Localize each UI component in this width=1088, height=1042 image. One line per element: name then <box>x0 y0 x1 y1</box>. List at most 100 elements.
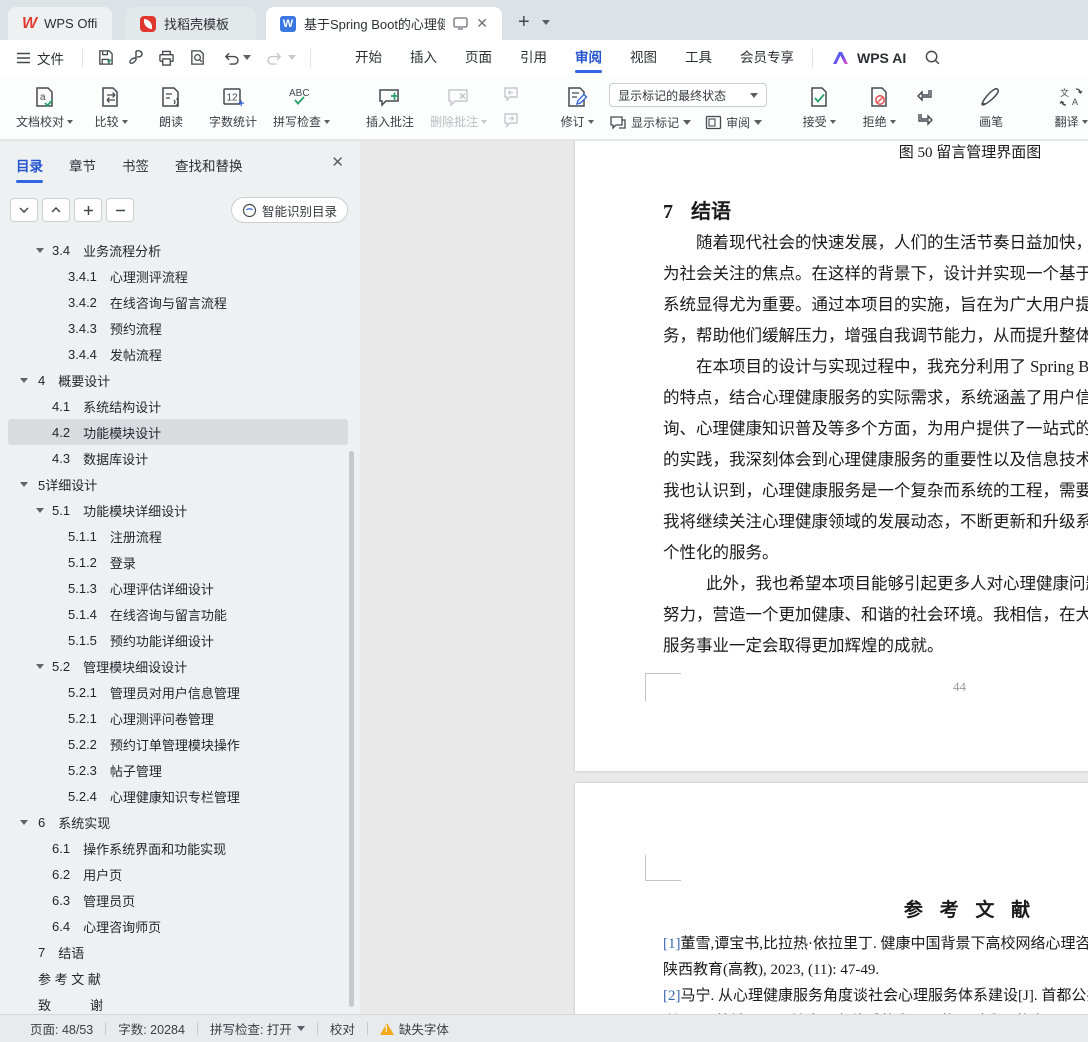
ink-brush-button[interactable]: 画笔 <box>963 80 1019 134</box>
export-pdf-icon[interactable] <box>128 49 144 66</box>
sidebar-tabs: 目录 章节 书签 查找和替换 ✕ <box>0 141 360 183</box>
print-preview-icon[interactable] <box>189 49 206 66</box>
expand-triangle-icon[interactable] <box>20 482 28 487</box>
toc-item[interactable]: 3.4 业务流程分析 <box>8 237 348 263</box>
spell-check-button[interactable]: ABC 拼写检查 <box>267 80 336 134</box>
zoom-in-toc-button[interactable] <box>74 198 102 222</box>
menu-page[interactable]: 页面 <box>451 40 506 75</box>
sidebar-tab-chapter[interactable]: 章节 <box>69 155 96 175</box>
toc-item[interactable]: 5.1 功能模块详细设计 <box>8 497 348 523</box>
toc-item[interactable]: 5详细设计 <box>8 471 348 497</box>
toc-item[interactable]: 6.4 心理咨询师页 <box>8 913 348 939</box>
tab-document-active[interactable]: W 基于Spring Boot的心理健康服 ✕ <box>266 7 502 40</box>
menu-bar: 文件 开始 插入 页面 引用 审阅 视图 工具 会员专享 WPS AI <box>0 40 1088 75</box>
missing-font-warning[interactable]: 缺失字体 <box>379 1019 449 1038</box>
expand-triangle-icon[interactable] <box>36 508 44 513</box>
toc-item[interactable]: 3.4.4 发帖流程 <box>8 341 348 367</box>
menu-view[interactable]: 视图 <box>616 40 671 75</box>
tab-docer-templates[interactable]: 找稻壳模板 <box>126 7 256 40</box>
sidebar-scrollbar[interactable] <box>349 451 354 1007</box>
undo-dropdown-icon[interactable] <box>243 55 251 60</box>
toc-item[interactable]: 4 概要设计 <box>8 367 348 393</box>
sidebar-tab-bookmark[interactable]: 书签 <box>122 155 149 175</box>
menu-start[interactable]: 开始 <box>341 40 396 75</box>
document-page-45[interactable]: 参 考 文 献 [1]董雪,谭宝书,比拉热·依拉里丁. 健康中国背景下高校网络心… <box>575 783 1088 1014</box>
expand-triangle-icon[interactable] <box>36 248 44 253</box>
toc-item[interactable]: 5.1.2 登录 <box>8 549 348 575</box>
undo-icon[interactable] <box>222 50 239 65</box>
search-icon[interactable] <box>924 49 941 66</box>
expand-all-button[interactable] <box>42 198 70 222</box>
toc-item[interactable]: 5.2.3 帖子管理 <box>8 757 348 783</box>
expand-triangle-icon[interactable] <box>20 820 28 825</box>
page-indicator[interactable]: 页面: 48/53 <box>30 1019 93 1038</box>
previous-revision-icon[interactable] <box>915 87 935 103</box>
toc-item[interactable]: 3.4.1 心理测评流程 <box>8 263 348 289</box>
menu-reference[interactable]: 引用 <box>506 40 561 75</box>
close-sidebar-icon[interactable]: ✕ <box>331 153 344 171</box>
toc-item[interactable]: 6.1 操作系统界面和功能实现 <box>8 835 348 861</box>
tab-wps-office[interactable]: W WPS Office <box>8 7 112 40</box>
word-count-icon: 12 + <box>220 84 246 110</box>
menu-insert[interactable]: 插入 <box>396 40 451 75</box>
zoom-out-toc-button[interactable] <box>106 198 134 222</box>
next-revision-icon[interactable] <box>915 111 935 127</box>
smart-toc-button[interactable]: 智能识别目录 <box>230 197 348 223</box>
toc-item[interactable]: 6.3 管理员页 <box>8 887 348 913</box>
toc-item[interactable]: 5.2.2 预约订单管理模块操作 <box>8 731 348 757</box>
expand-triangle-icon[interactable] <box>36 664 44 669</box>
track-changes-button[interactable]: 修订 <box>549 80 605 134</box>
toc-item[interactable]: 5.2.4 心理健康知识专栏管理 <box>8 783 348 809</box>
toc-item[interactable]: 4.3 数据库设计 <box>8 445 348 471</box>
translate-button[interactable]: 文A 翻译 <box>1043 80 1088 134</box>
redo-dropdown-icon[interactable] <box>288 55 296 60</box>
review-pane-button[interactable]: 审阅 <box>705 114 763 131</box>
spellcheck-toggle[interactable]: 拼写检查: 打开 <box>210 1019 305 1038</box>
toc-item[interactable]: 4.2 功能模块设计 <box>8 419 348 445</box>
toc-item[interactable]: 5.1.1 注册流程 <box>8 523 348 549</box>
toc-item[interactable]: 参 考 文 献 <box>8 965 348 991</box>
save-icon[interactable] <box>97 49 114 66</box>
word-count-indicator[interactable]: 字数: 20284 <box>118 1019 185 1038</box>
word-count-button[interactable]: 12 + 字数统计 <box>203 80 263 134</box>
new-tab-button[interactable]: + <box>518 11 530 34</box>
read-aloud-button[interactable]: 朗读 <box>143 80 199 134</box>
toc-item[interactable]: 7 结语 <box>8 939 348 965</box>
doc-proofing-button[interactable]: a 文档校对 <box>10 80 79 134</box>
redo-icon[interactable] <box>267 50 284 65</box>
toc-item[interactable]: 6 系统实现 <box>8 809 348 835</box>
menu-tools[interactable]: 工具 <box>671 40 726 75</box>
file-menu-button[interactable]: 文件 <box>0 48 78 68</box>
show-markup-button[interactable]: 显示标记 <box>609 114 692 131</box>
toc-item[interactable]: 致 谢 <box>8 991 348 1014</box>
menu-review[interactable]: 审阅 <box>561 40 616 75</box>
toc-item[interactable]: 5.1.4 在线咨询与留言功能 <box>8 601 348 627</box>
print-icon[interactable] <box>158 50 175 66</box>
toc-item[interactable]: 5.2.1 心理测评问卷管理 <box>8 705 348 731</box>
close-tab-icon[interactable]: ✕ <box>476 15 488 32</box>
toc-item[interactable]: 3.4.2 在线咨询与留言流程 <box>8 289 348 315</box>
document-canvas[interactable]: 图 50 留言管理界面图 7 结语 随着现代社会的快速发展，人们的生活节奏日益加快… <box>360 140 1088 1014</box>
compare-button[interactable]: 比较 <box>83 80 139 134</box>
markup-state-select[interactable]: 显示标记的最终状态 <box>609 83 768 107</box>
toc-item[interactable]: 4.1 系统结构设计 <box>8 393 348 419</box>
toc-item[interactable]: 5.2.1 管理员对用户信息管理 <box>8 679 348 705</box>
collapse-all-button[interactable] <box>10 198 38 222</box>
insert-comment-button[interactable]: 插入批注 <box>360 80 420 134</box>
expand-triangle-icon[interactable] <box>20 378 28 383</box>
toc-item[interactable]: 5.1.5 预约功能详细设计 <box>8 627 348 653</box>
document-page-44[interactable]: 图 50 留言管理界面图 7 结语 随着现代社会的快速发展，人们的生活节奏日益加快… <box>575 141 1088 771</box>
toc-item[interactable]: 3.4.3 预约流程 <box>8 315 348 341</box>
sidebar-tab-toc[interactable]: 目录 <box>16 155 43 183</box>
toc-item[interactable]: 6.2 用户页 <box>8 861 348 887</box>
menu-member[interactable]: 会员专享 <box>726 40 808 75</box>
proofing-button[interactable]: 校对 <box>330 1019 355 1038</box>
sidebar-tab-find-replace[interactable]: 查找和替换 <box>175 155 243 175</box>
toc-item[interactable]: 5.1.3 心理评估详细设计 <box>8 575 348 601</box>
present-monitor-icon[interactable] <box>453 17 468 30</box>
tab-list-dropdown-icon[interactable] <box>541 14 550 32</box>
reject-revision-button[interactable]: 拒绝 <box>851 80 907 134</box>
accept-revision-button[interactable]: 接受 <box>791 80 847 134</box>
wps-ai-button[interactable]: WPS AI <box>831 50 906 66</box>
toc-item[interactable]: 5.2 管理模块细设设计 <box>8 653 348 679</box>
